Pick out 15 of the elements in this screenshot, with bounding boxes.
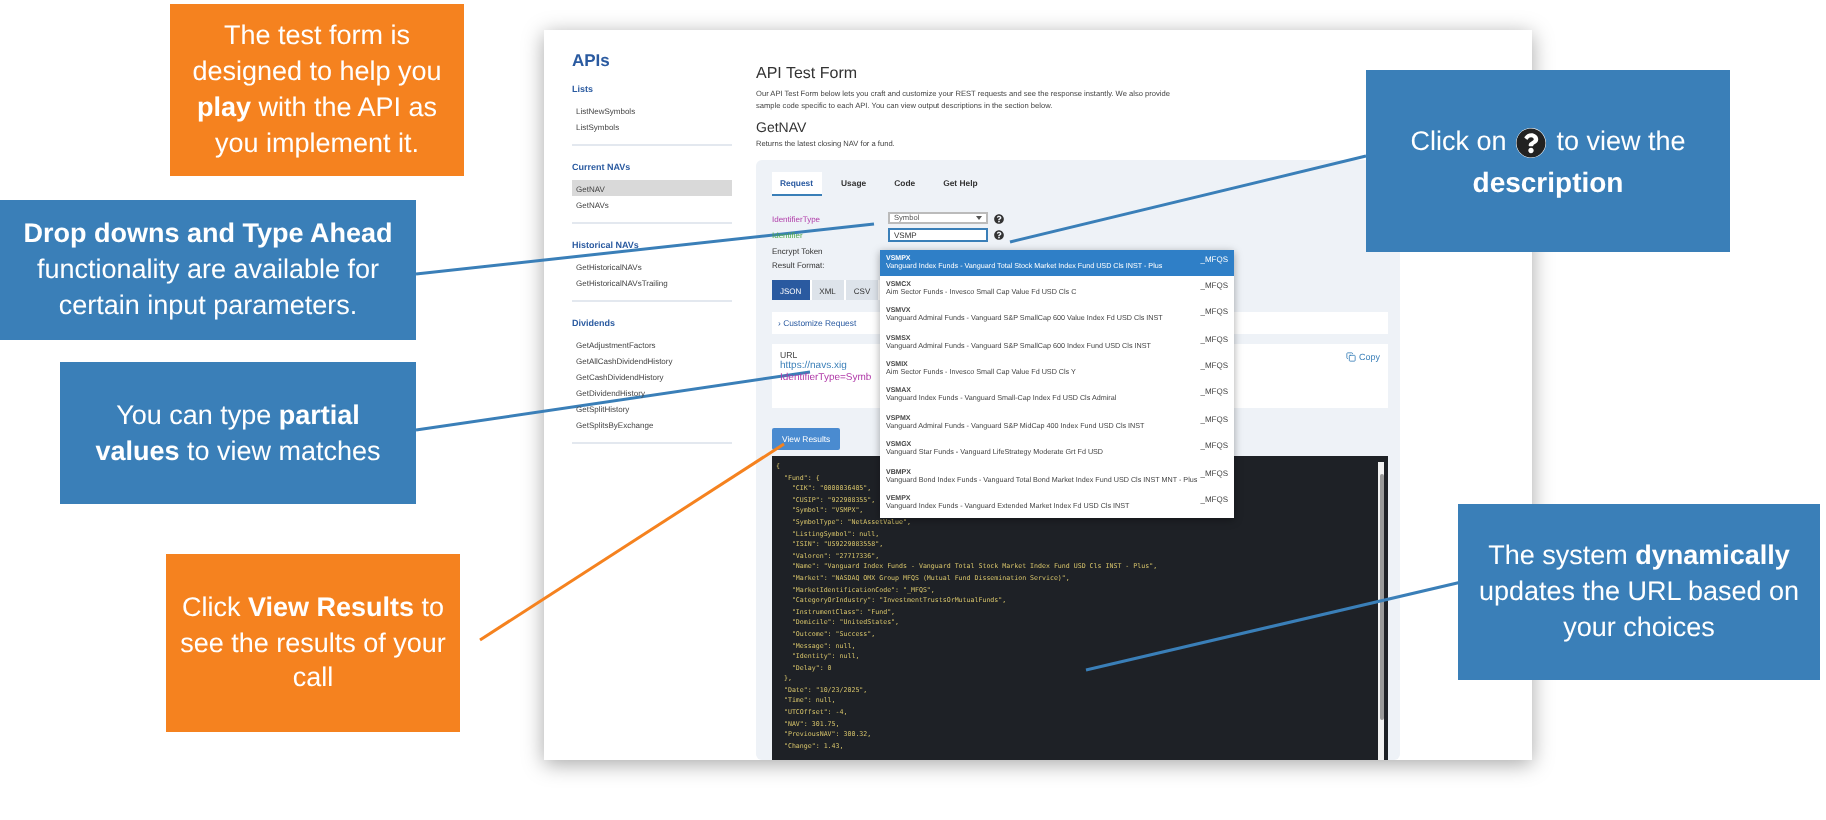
page-title: API Test Form bbox=[756, 64, 860, 82]
help-icon[interactable] bbox=[994, 213, 1004, 223]
callout-text: Drop downs and Type Ahead functionality are available for certain input parameters. bbox=[21, 216, 395, 324]
help-icon bbox=[1516, 127, 1547, 157]
scrollbar[interactable] bbox=[1378, 462, 1384, 760]
caret-icon bbox=[976, 216, 982, 220]
help-icon[interactable] bbox=[994, 230, 1004, 240]
callout-text: You can type partial values to view matches bbox=[93, 397, 383, 469]
callout-text: to view the bbox=[1556, 124, 1686, 160]
sidebar-title: APIs bbox=[572, 50, 612, 70]
callout-text: description bbox=[1472, 165, 1624, 198]
callout-text: Click View Results to see the results of your call bbox=[178, 589, 448, 697]
callout-text: The system dynamically updates the URL based on your choices bbox=[1476, 538, 1802, 646]
callout-text: Click on bbox=[1410, 124, 1507, 160]
callout-text: The test form is designed to help you play with the API as you implement it. bbox=[190, 18, 444, 162]
